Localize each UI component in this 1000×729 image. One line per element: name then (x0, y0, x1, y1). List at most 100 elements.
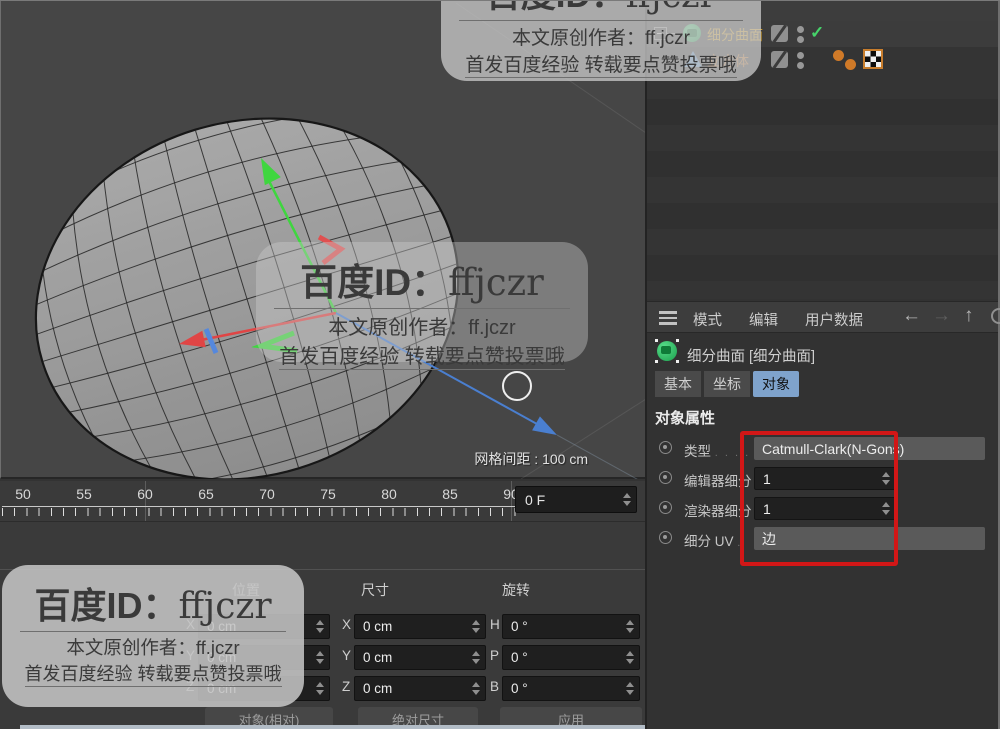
up-arrow-icon[interactable]: ↑ (964, 305, 974, 327)
keyframe-circle[interactable] (659, 531, 672, 544)
layer-toggle-tag[interactable] (771, 25, 788, 42)
subdivide-uv-dropdown[interactable]: 边 (754, 527, 985, 550)
layer-toggle-tag[interactable] (771, 51, 788, 68)
property-label: 类型 . . . . (684, 444, 751, 459)
rot-b-field[interactable]: 0 ° (502, 676, 640, 701)
render-subdivision-field[interactable]: 1 (754, 497, 896, 520)
menu-user-data[interactable]: 用户数据 (805, 309, 863, 330)
editor-visibility-dot[interactable] (797, 52, 804, 59)
size-y-label: Y (342, 648, 352, 663)
type-value: Catmull-Clark(N-Gons) (762, 440, 905, 457)
object-properties-title: 对象属性 (655, 410, 716, 427)
render-visibility-dot[interactable] (797, 62, 804, 69)
property-label: 编辑器细分 (684, 474, 752, 489)
tick-label: 80 (381, 486, 397, 502)
tick-label: 85 (442, 486, 458, 502)
rot-h-field[interactable]: 0 ° (502, 614, 640, 639)
rot-b-value: 0 ° (511, 681, 528, 696)
size-y-field[interactable]: 0 cm (354, 645, 486, 670)
size-z-field[interactable]: 0 cm (354, 676, 486, 701)
spinner[interactable] (882, 472, 890, 485)
render-visibility-dot[interactable] (797, 36, 804, 43)
size-x-value: 0 cm (363, 619, 393, 634)
keyframe-circle[interactable] (659, 441, 672, 454)
current-frame-value: 0 F (525, 491, 546, 508)
free-move-handle[interactable] (502, 371, 532, 401)
spinner[interactable] (316, 651, 324, 664)
frame-spinner[interactable] (623, 493, 631, 506)
keyframe-circle[interactable] (659, 501, 672, 514)
spinner[interactable] (626, 682, 634, 695)
taskbar-edge (20, 725, 655, 729)
watermark-center: 百度ID：ffjczr 本文原创作者：ff.jczr 首发百度经验 转载要点赞投… (256, 242, 588, 370)
rot-h-label: H (490, 617, 500, 632)
property-row-editor-subdiv: 编辑器细分 1 (647, 467, 998, 491)
current-frame-field[interactable]: 0 F (515, 486, 637, 513)
right-panel: 细分曲面 ✓ 立方体 模式 编辑 用户数据 ← → ↑ (645, 1, 1000, 729)
rot-h-value: 0 ° (511, 619, 528, 634)
object-manager-rows-bg (647, 73, 998, 299)
spinner[interactable] (316, 682, 324, 695)
spinner[interactable] (472, 682, 480, 695)
label-dots: . (737, 537, 743, 549)
size-y-value: 0 cm (363, 650, 393, 665)
grid-spacing-label: 网格间距 : 100 cm (474, 451, 588, 467)
attribute-manager-menubar: 模式 编辑 用户数据 ← → ↑ (647, 301, 1000, 333)
tick-label: 65 (198, 486, 214, 502)
tab-coordinates[interactable]: 坐标 (704, 371, 750, 397)
rot-p-value: 0 ° (511, 650, 528, 665)
ruler-line (2, 506, 522, 507)
spinner[interactable] (472, 620, 480, 633)
selected-object-title: 细分曲面 [细分曲面] (687, 349, 816, 365)
editor-subdivision-field[interactable]: 1 (754, 467, 896, 490)
texture-checker-tag[interactable] (863, 49, 883, 69)
enabled-check-icon[interactable]: ✓ (810, 23, 824, 43)
rot-p-field[interactable]: 0 ° (502, 645, 640, 670)
render-subdivision-value: 1 (763, 500, 771, 517)
size-x-field[interactable]: 0 cm (354, 614, 486, 639)
menu-mode[interactable]: 模式 (693, 309, 722, 330)
timeline-ruler[interactable]: 50 55 60 65 70 75 80 85 90 0 F (0, 481, 645, 521)
app-window: 网格间距 : 100 cm 50 55 60 65 70 75 80 85 90… (0, 0, 1000, 729)
tab-basic[interactable]: 基本 (655, 371, 701, 397)
size-z-label: Z (342, 679, 351, 694)
spinner[interactable] (316, 620, 324, 633)
phong-tag[interactable] (833, 50, 844, 61)
selected-object-icon (655, 339, 679, 363)
property-label: 渲染器细分 (684, 504, 752, 519)
tick-label: 60 (137, 486, 153, 502)
size-x-label: X (342, 617, 352, 632)
property-row-render-subdiv: 渲染器细分 1 (647, 497, 998, 521)
rot-b-label: B (490, 679, 500, 694)
property-label: 细分 UV . (684, 534, 743, 549)
watermark-top: 百度ID：ffjczr 本文原创作者：ff.jczr 首发百度经验 转载要点赞投… (441, 1, 761, 81)
property-row-type: 类型 . . . . Catmull-Clark(N-Gons) (647, 437, 998, 461)
hamburger-menu-icon[interactable] (659, 311, 677, 328)
label-dots: . . . . (714, 447, 751, 459)
tick-label: 50 (15, 486, 31, 502)
menu-edit[interactable]: 编辑 (749, 309, 778, 330)
forward-arrow-icon[interactable]: → (932, 305, 951, 327)
spinner[interactable] (626, 651, 634, 664)
animation-toolbar: P (0, 521, 645, 569)
rotation-column-title: 旋转 (502, 582, 530, 598)
attribute-tabs: 基本 坐标 对象 (655, 371, 799, 397)
tab-object[interactable]: 对象 (753, 371, 799, 397)
tick-label: 70 (259, 486, 275, 502)
type-dropdown[interactable]: Catmull-Clark(N-Gons) (754, 437, 985, 460)
editor-visibility-dot[interactable] (797, 26, 804, 33)
back-arrow-icon[interactable]: ← (902, 305, 921, 327)
subdivide-uv-value: 边 (762, 530, 776, 547)
editor-subdivision-value: 1 (763, 470, 771, 487)
spinner[interactable] (472, 651, 480, 664)
size-column-title: 尺寸 (361, 582, 389, 598)
axis-z-arrow[interactable] (532, 416, 557, 435)
spinner[interactable] (882, 502, 890, 515)
size-z-value: 0 cm (363, 681, 393, 696)
phong-tag[interactable] (845, 59, 856, 70)
keyframe-circle[interactable] (659, 471, 672, 484)
property-row-subdivide-uv: 细分 UV . 边 (647, 527, 998, 551)
spinner[interactable] (626, 620, 634, 633)
watermark-bottom: 百度ID：ffjczr 本文原创作者：ff.jczr 首发百度经验 转载要点赞投… (2, 565, 304, 707)
history-icon[interactable] (991, 308, 1000, 324)
